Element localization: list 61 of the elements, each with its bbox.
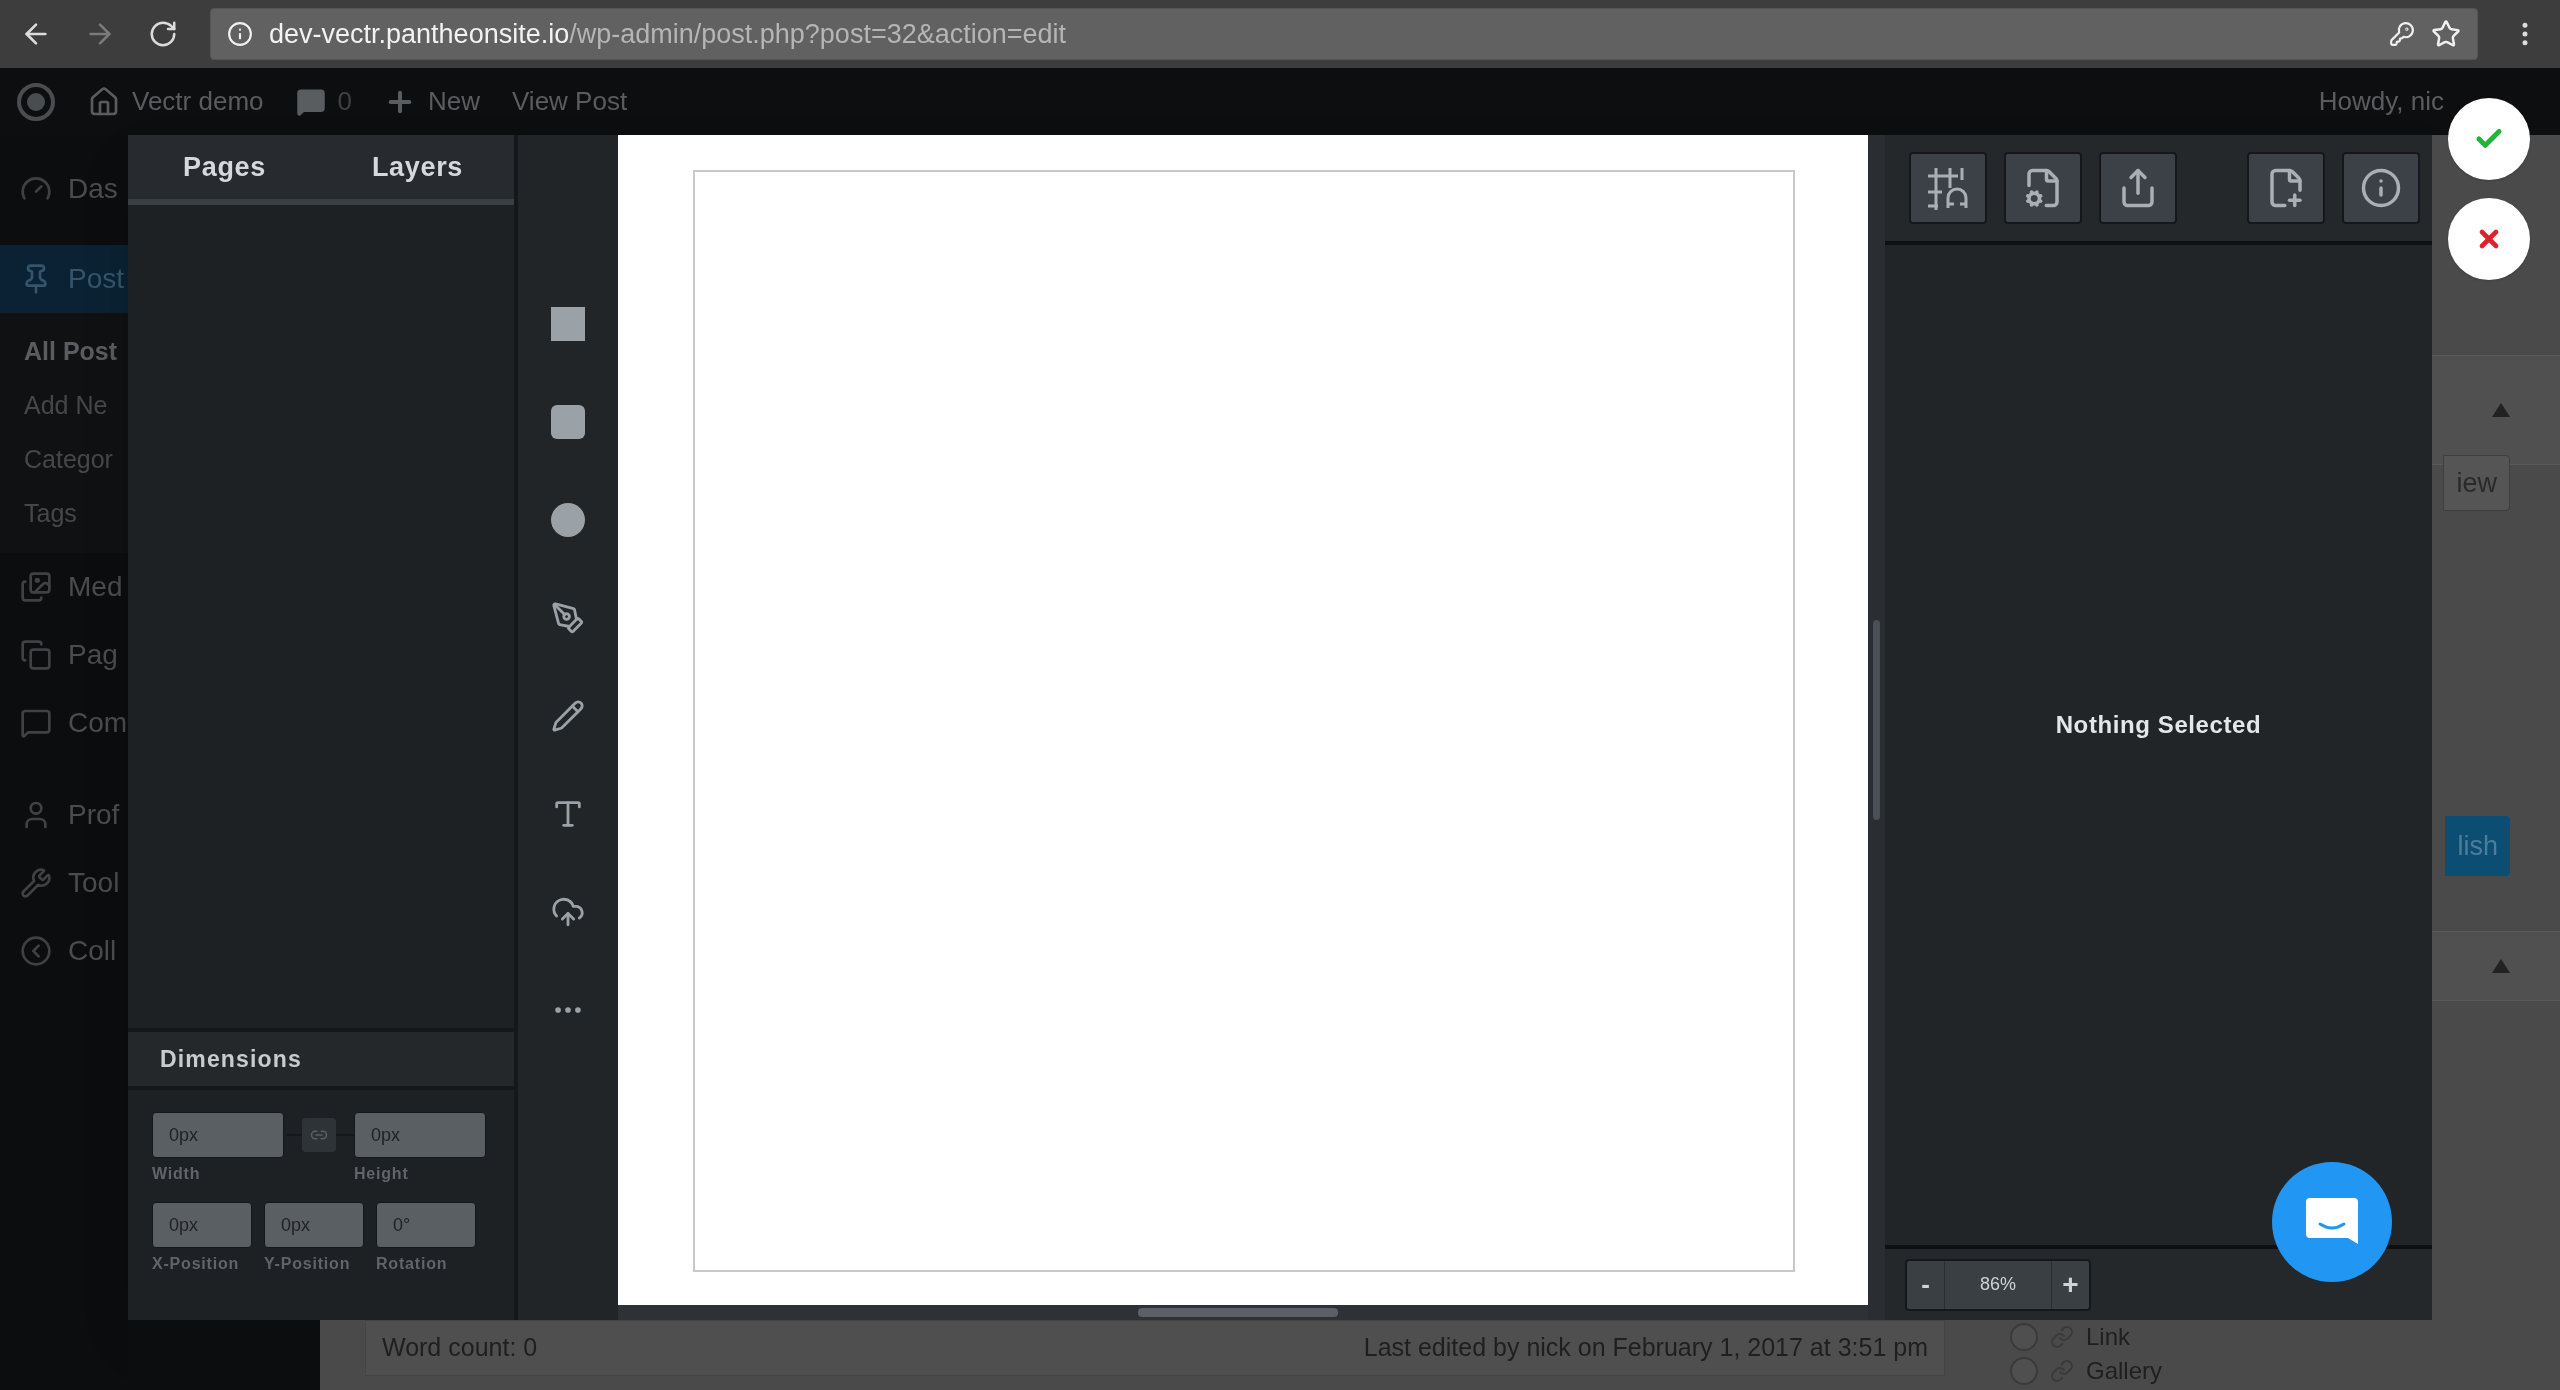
greeting-text[interactable]: Howdy, nic: [2318, 82, 2444, 121]
sidebar-item[interactable]: Pag: [0, 621, 128, 689]
input-field[interactable]: 0px: [152, 1202, 252, 1248]
media-icon: [20, 571, 52, 603]
snap-button[interactable]: [1909, 152, 1987, 224]
input-field[interactable]: 0px: [152, 1112, 284, 1158]
vertical-scrollbar[interactable]: [1868, 135, 1885, 1320]
sidebar-item[interactable]: Das: [0, 155, 128, 223]
pencil-icon[interactable]: [551, 699, 585, 733]
pages-icon: [20, 639, 52, 671]
sidebar-item[interactable]: Com: [0, 689, 128, 757]
reload-icon[interactable]: [148, 19, 178, 49]
view-post-link[interactable]: View Post: [512, 82, 628, 121]
sidebar-item[interactable]: Med: [0, 553, 128, 621]
input-field[interactable]: 0°: [376, 1202, 476, 1248]
submenu-item[interactable]: Categor: [0, 433, 128, 487]
field-label: Height: [354, 1164, 410, 1184]
collapse-icon: [20, 935, 52, 967]
bookmark-star-icon[interactable]: [2431, 19, 2461, 49]
ellipse-tool-icon[interactable]: [551, 503, 585, 537]
sidebar-item[interactable]: Prof: [0, 781, 128, 849]
input-field[interactable]: 0px: [354, 1112, 486, 1158]
wrench-icon: [20, 867, 52, 899]
field-label: Y-Position: [264, 1254, 352, 1274]
info-icon: [2360, 167, 2402, 209]
site-link[interactable]: Vectr demo: [132, 82, 264, 121]
pen-tool-icon[interactable]: [551, 601, 585, 635]
grid-magnet-icon: [1926, 166, 1970, 210]
document-settings-button[interactable]: [2004, 152, 2082, 224]
horizontal-scrollbar[interactable]: [618, 1305, 1868, 1320]
link-toggle[interactable]: [302, 1118, 336, 1152]
zoom-out-button[interactable]: -: [1907, 1260, 1945, 1309]
empty-selection-text: Nothing Selected: [2055, 710, 2262, 740]
publish-button[interactable]: lish: [2445, 816, 2510, 876]
field-label: Width: [152, 1164, 202, 1184]
key-icon[interactable]: [2389, 21, 2415, 47]
comment-icon: [20, 707, 52, 739]
zoom-value: 86%: [1979, 1273, 2017, 1296]
zoom-in-button[interactable]: +: [2051, 1260, 2089, 1309]
new-document-button[interactable]: [2247, 152, 2325, 224]
field-label: Rotation: [376, 1254, 449, 1274]
info-icon: [227, 21, 253, 47]
submenu-item[interactable]: Tags: [0, 487, 128, 541]
rounded-rectangle-tool-icon[interactable]: [551, 405, 585, 439]
submenu-item[interactable]: All Post: [0, 325, 128, 379]
panel-tab[interactable]: Layers: [321, 135, 514, 199]
section-header: Dimensions: [128, 1032, 514, 1090]
new-link[interactable]: New: [428, 82, 480, 121]
url-text: dev-vectr.pantheonsite.io/wp-admin/post.php?post=32&action=edit: [269, 17, 1067, 51]
address-bar[interactable]: dev-vectr.pantheonsite.io/wp-admin/post.php?post=32&action=edit: [210, 8, 2478, 60]
home-icon: [88, 85, 120, 118]
sidebar-item[interactable]: Post: [0, 245, 128, 313]
cloud-upload-icon[interactable]: [551, 895, 585, 929]
info-button[interactable]: [2342, 152, 2420, 224]
export-button[interactable]: [2099, 152, 2177, 224]
sidebar-item[interactable]: Tool: [0, 849, 128, 917]
input-field[interactable]: 0px: [264, 1202, 364, 1248]
panel-tab[interactable]: Pages: [128, 135, 321, 199]
field-label: X-Position: [152, 1254, 241, 1274]
submenu-item[interactable]: Add Ne: [0, 379, 128, 433]
sidebar-item[interactable]: Coll: [0, 917, 128, 985]
